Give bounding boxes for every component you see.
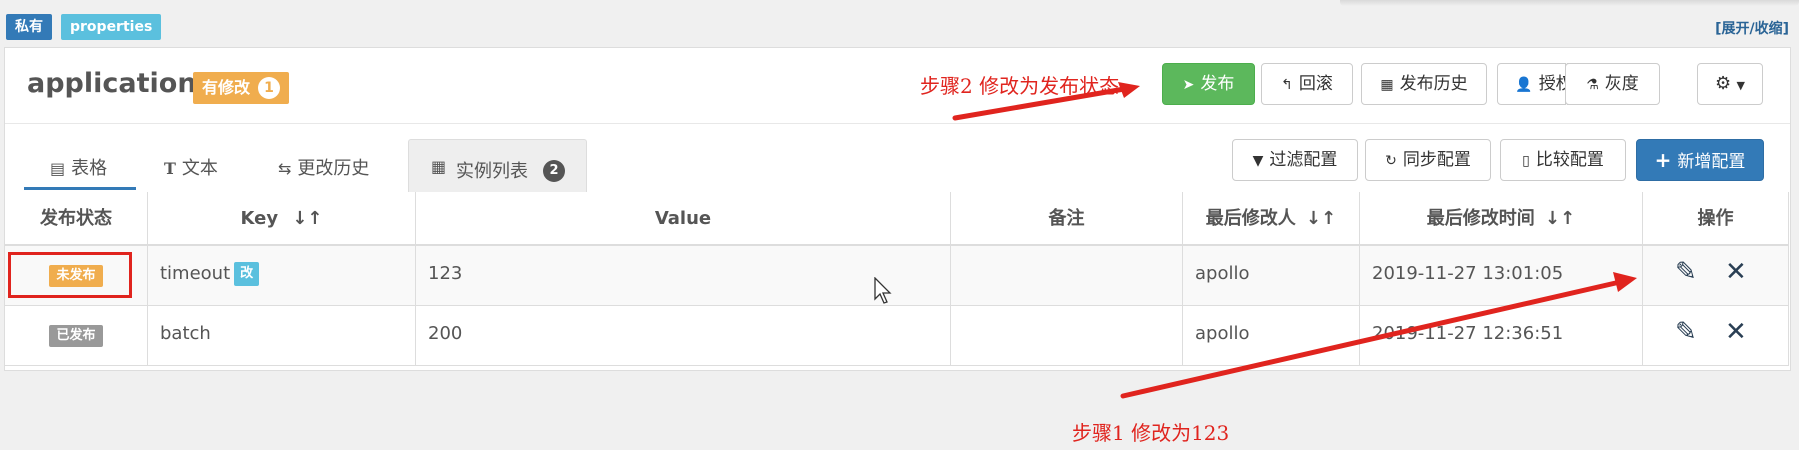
rollback-label: 回滚 <box>1298 74 1333 94</box>
col-modifier[interactable]: 最后修改人 ↓↑ <box>1183 192 1360 246</box>
tab-table[interactable]: ▤ 表格 <box>50 154 107 180</box>
send-icon: ➤ <box>1182 77 1195 93</box>
add-config-button[interactable]: + 新增配置 <box>1636 139 1764 181</box>
publish-button[interactable]: ➤ 发布 <box>1162 63 1255 105</box>
user-icon: 👤 <box>1515 77 1533 93</box>
filter-label: 过滤配置 <box>1269 150 1338 170</box>
sync-label: 同步配置 <box>1402 150 1471 170</box>
sort-icon[interactable]: ↓↑ <box>292 208 322 229</box>
table-row: 已发布 <box>5 306 148 366</box>
expand-collapse-link[interactable]: [展开/收缩] <box>1715 18 1789 38</box>
gray-button[interactable]: ⚗ 灰度 <box>1565 63 1660 105</box>
sort-icon[interactable]: ↓↑ <box>1545 208 1575 229</box>
private-tag: 私有 <box>6 14 52 40</box>
window-shadow <box>1340 0 1799 6</box>
delete-icon[interactable]: ✕ <box>1725 317 1747 347</box>
modified-badge: 有修改 1 <box>193 72 290 104</box>
col-modified-time[interactable]: 最后修改时间 ↓↑ <box>1360 192 1643 246</box>
value-cell: 123 <box>416 246 951 306</box>
rollback-button[interactable]: ↰ 回滚 <box>1261 63 1353 105</box>
calendar-icon: ▦ <box>1380 77 1394 93</box>
gray-label: 灰度 <box>1604 74 1639 94</box>
file-icon: ▯ <box>1522 153 1530 169</box>
delete-icon[interactable]: ✕ <box>1725 257 1747 287</box>
format-tag: properties <box>61 14 162 40</box>
col-key-label: Key <box>240 208 279 229</box>
modified-count: 1 <box>258 77 281 99</box>
col-modifier-label: 最后修改人 <box>1205 208 1296 229</box>
col-key[interactable]: Key ↓↑ <box>148 192 416 246</box>
col-ops: 操作 <box>1643 192 1789 246</box>
filter-config-button[interactable]: ▼ 过滤配置 <box>1232 139 1358 181</box>
filter-icon: ▼ <box>1252 153 1264 169</box>
tab-text-label: 文本 <box>181 158 218 179</box>
ops-cell <box>1643 246 1789 306</box>
plus-icon: + <box>1654 148 1672 172</box>
value-cell: 200 <box>416 306 951 366</box>
edit-icon[interactable]: ✎ <box>1675 257 1697 287</box>
step1-annotation: 步骤1 修改为123 <box>1072 421 1230 445</box>
status-badge: 已发布 <box>49 325 103 347</box>
table-icon: ▤ <box>50 159 66 178</box>
highlight-box <box>8 252 132 298</box>
gear-icon: ⚙ <box>1714 73 1732 94</box>
tab-instances[interactable]: ▦ 实例列表 2 <box>408 139 587 192</box>
release-history-button[interactable]: ▦ 发布历史 <box>1361 63 1487 105</box>
tab-text[interactable]: T 文本 <box>164 154 218 180</box>
settings-dropdown-button[interactable]: ⚙ ▼ <box>1697 63 1763 105</box>
edit-icon[interactable]: ✎ <box>1675 317 1697 347</box>
tab-instances-label: 实例列表 <box>456 161 528 182</box>
sort-icon[interactable]: ↓↑ <box>1306 208 1336 229</box>
col-time-label: 最后修改时间 <box>1426 208 1535 229</box>
key-cell: timeout 改 <box>148 246 416 306</box>
namespace-title: application <box>27 68 197 99</box>
step1-arrow <box>1120 272 1637 399</box>
publish-label: 发布 <box>1200 74 1235 94</box>
list-icon: ▦ <box>431 157 447 176</box>
modified-label: 有修改 <box>202 78 251 97</box>
text-icon: T <box>164 159 176 178</box>
refresh-icon: ↻ <box>1385 153 1397 169</box>
mouse-cursor-icon <box>874 277 892 304</box>
exchange-icon: ⇆ <box>278 159 292 178</box>
flask-icon: ⚗ <box>1586 77 1599 93</box>
key-text: timeout <box>160 263 231 284</box>
compare-config-button[interactable]: ▯ 比较配置 <box>1500 139 1626 181</box>
sync-config-button[interactable]: ↻ 同步配置 <box>1365 139 1491 181</box>
tab-table-label: 表格 <box>71 158 108 179</box>
tab-history[interactable]: ⇆ 更改历史 <box>278 154 369 180</box>
compare-label: 比较配置 <box>1535 150 1604 170</box>
ops-cell <box>1643 306 1789 366</box>
rollback-icon: ↰ <box>1281 77 1293 93</box>
instances-count: 2 <box>543 160 565 182</box>
col-status: 发布状态 <box>5 192 148 246</box>
tab-history-label: 更改历史 <box>297 158 370 179</box>
modified-tag: 改 <box>234 262 260 286</box>
step2-arrow <box>952 82 1140 121</box>
caret-down-icon: ▼ <box>1736 79 1745 92</box>
col-value: Value <box>416 192 951 246</box>
release-history-label: 发布历史 <box>1399 74 1468 94</box>
add-label: 新增配置 <box>1677 152 1746 172</box>
col-comment: 备注 <box>951 192 1183 246</box>
active-tab-indicator <box>24 187 136 190</box>
key-cell: batch <box>148 306 416 366</box>
